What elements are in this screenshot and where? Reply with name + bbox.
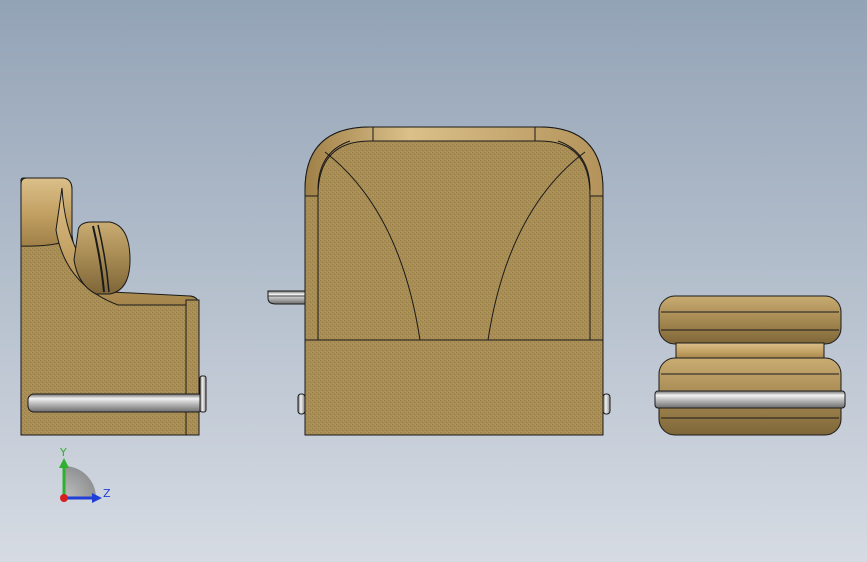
side-arm-front xyxy=(185,299,200,436)
front-shell xyxy=(304,126,604,436)
front-foot-left xyxy=(297,393,306,415)
front-view[interactable] xyxy=(267,126,611,436)
triad-y-label: Y xyxy=(59,446,67,459)
side-chrome-bracket xyxy=(199,375,207,413)
ottoman-view[interactable] xyxy=(654,295,846,436)
front-foot-right xyxy=(602,393,611,415)
graphics-viewport[interactable]: Y Z xyxy=(0,0,867,562)
cad-scene[interactable]: Y Z xyxy=(0,0,867,562)
side-chrome-base xyxy=(27,393,205,413)
ottoman-top-cushion xyxy=(658,295,842,345)
front-side-tray xyxy=(267,290,306,305)
triad-x-axis xyxy=(60,494,68,502)
triad-z-label: Z xyxy=(103,487,111,500)
ottoman-chrome-band xyxy=(654,390,846,409)
ottoman-waist xyxy=(675,342,825,361)
